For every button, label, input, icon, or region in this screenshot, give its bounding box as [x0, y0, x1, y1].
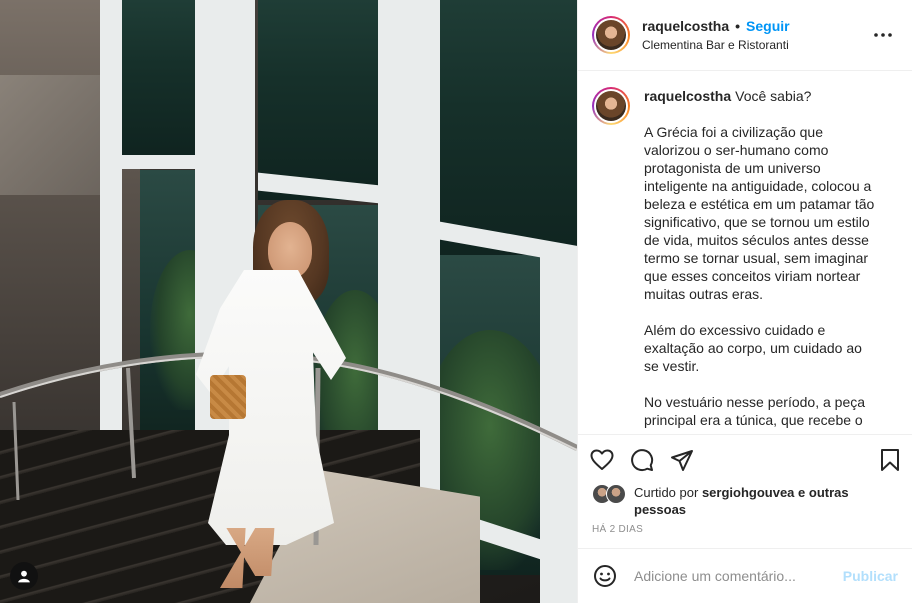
caption-body: raquelcostha Você sabia? A Grécia foi a c… [644, 87, 880, 429]
caption-first-line: raquelcostha Você sabia? [644, 87, 880, 105]
caption-avatar[interactable] [592, 87, 630, 125]
caption-intro: Você sabia? [735, 88, 812, 104]
liker-avatar [606, 484, 626, 504]
bookmark-icon [881, 448, 899, 471]
handbag [210, 375, 246, 419]
send-icon [671, 449, 693, 471]
comment-input[interactable] [632, 567, 843, 585]
emoji-icon [594, 565, 616, 587]
post-side-panel: raquelcostha • Seguir Clementina Bar e R… [577, 0, 912, 603]
save-button[interactable] [870, 440, 900, 480]
like-button[interactable] [590, 440, 630, 480]
add-comment-bar: Publicar [578, 548, 912, 603]
caption-paragraph: A Grécia foi a civilização que valorizou… [644, 124, 875, 302]
user-tag-icon [18, 570, 30, 583]
comments-section[interactable]: raquelcostha Você sabia? A Grécia foi a c… [578, 71, 912, 434]
handrail-post [12, 401, 20, 501]
share-button[interactable] [670, 440, 710, 480]
liker-avatars[interactable] [592, 484, 628, 504]
likes-summary: Curtido por sergiohgouvea e outras pesso… [578, 484, 912, 518]
post-photo[interactable] [0, 0, 577, 603]
caption-paragraph: Além do excessivo cuidado e exaltação ao… [644, 322, 862, 374]
publish-button[interactable]: Publicar [843, 568, 898, 584]
avatar-image [596, 91, 626, 121]
more-options-button[interactable] [868, 20, 898, 50]
post-header: raquelcostha • Seguir Clementina Bar e R… [578, 0, 912, 71]
author-username[interactable]: raquelcostha [642, 18, 729, 34]
comment-button[interactable] [630, 440, 670, 480]
header-row: raquelcostha • Seguir [642, 18, 868, 34]
user-tag-button[interactable] [10, 562, 38, 590]
heart-icon [590, 449, 614, 470]
author-avatar[interactable] [592, 16, 630, 54]
action-bar [578, 434, 912, 484]
post-timestamp[interactable]: HÁ 2 DIAS [578, 518, 912, 542]
post-location[interactable]: Clementina Bar e Ristoranti [642, 38, 868, 52]
instagram-post-dialog: raquelcostha • Seguir Clementina Bar e R… [0, 0, 912, 603]
woman-face [268, 222, 312, 278]
avatar-border [594, 18, 628, 52]
separator-dot: • [735, 18, 741, 34]
comment-icon [631, 448, 654, 471]
avatar-border [594, 89, 628, 123]
caption: raquelcostha Você sabia? A Grécia foi a c… [592, 87, 898, 429]
avatar-image [596, 20, 626, 50]
header-text: raquelcostha • Seguir Clementina Bar e R… [642, 18, 868, 52]
caption-username[interactable]: raquelcostha [644, 88, 731, 104]
more-horizontal-icon [874, 33, 892, 37]
follow-button[interactable]: Seguir [746, 18, 790, 34]
caption-paragraph: No vestuário nesse período, a peça princ… [644, 394, 866, 428]
likes-text: Curtido por sergiohgouvea e outras pesso… [634, 484, 898, 518]
liker-username[interactable]: sergiohgouvea [702, 485, 794, 500]
emoji-button[interactable] [592, 563, 618, 589]
handrail-post [126, 367, 136, 479]
likes-prefix: Curtido por [634, 485, 699, 500]
